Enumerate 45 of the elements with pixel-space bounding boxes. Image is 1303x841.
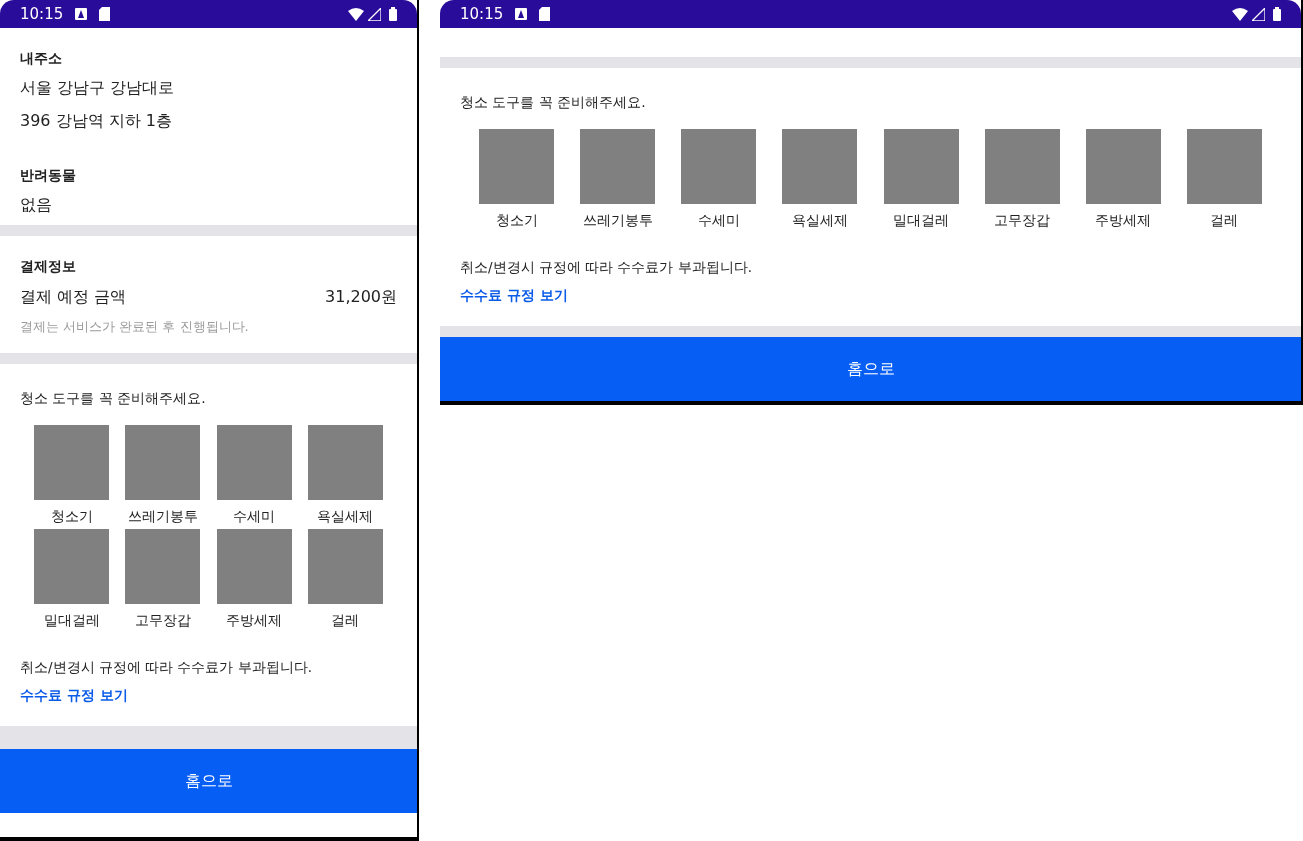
signal-icon: [1252, 7, 1265, 21]
notification-icon: [75, 8, 88, 20]
tools-title: 청소 도구를 꼭 준비해주세요.: [460, 93, 647, 112]
notification-icon: [515, 8, 528, 20]
tool-label: 욕실세제: [317, 506, 374, 526]
home-button[interactable]: 홈으로: [0, 748, 417, 813]
tool-label: 주방세제: [226, 610, 283, 630]
fee-policy-link[interactable]: 수수료 규정 보기: [460, 285, 568, 307]
sd-card-icon: [99, 7, 111, 21]
info-text: 없음: [20, 194, 53, 216]
section-label: 반려동물: [20, 166, 77, 185]
battery-icon: [1273, 7, 1281, 21]
payment-note: 결제는 서비스가 완료된 후 진행됩니다.: [20, 318, 250, 336]
section-label: 내주소: [20, 49, 63, 68]
tool-label: 청소기: [495, 211, 538, 230]
fee-notice: 취소/변경시 규정에 따라 수수료가 부과됩니다.: [20, 657, 313, 677]
tool-label: 청소기: [50, 506, 93, 526]
tool-label: 쓰레기봉투: [127, 506, 198, 526]
tool-label: 쓰레기봉투: [582, 211, 653, 230]
tool-label: 밀대걸레: [43, 610, 100, 630]
status-time: 10:15: [20, 3, 64, 25]
fee-notice: 취소/변경시 규정에 따라 수수료가 부과됩니다.: [460, 258, 753, 277]
tool-label: 걸레: [1210, 211, 1239, 230]
wifi-icon: [1232, 7, 1248, 21]
tool-label: 주방세제: [1095, 211, 1152, 230]
info-text: 서울 강남구 강남대로: [20, 77, 176, 99]
tool-label: 수세미: [697, 211, 740, 230]
wifi-icon: [348, 7, 364, 21]
battery-icon: [389, 7, 397, 21]
amount-value: 31,200원: [325, 286, 397, 308]
tool-label: 밀대걸레: [893, 211, 950, 230]
sd-card-icon: [539, 7, 551, 21]
signal-icon: [368, 7, 381, 21]
section-label: 결제정보: [20, 257, 77, 276]
tool-label: 걸레: [331, 610, 360, 630]
tool-label: 고무장갑: [134, 610, 191, 630]
home-button[interactable]: 홈으로: [440, 337, 1301, 402]
info-text: 396 강남역 지하 1층: [20, 110, 173, 132]
status-time: 10:15: [460, 3, 504, 25]
tool-label: 욕실세제: [791, 211, 848, 230]
tools-title: 청소 도구를 꼭 준비해주세요.: [20, 388, 207, 408]
amount-label: 결제 예정 금액: [20, 286, 127, 308]
tool-label: 고무장갑: [994, 211, 1051, 230]
fee-policy-link[interactable]: 수수료 규정 보기: [20, 684, 128, 706]
tool-label: 수세미: [233, 506, 276, 526]
